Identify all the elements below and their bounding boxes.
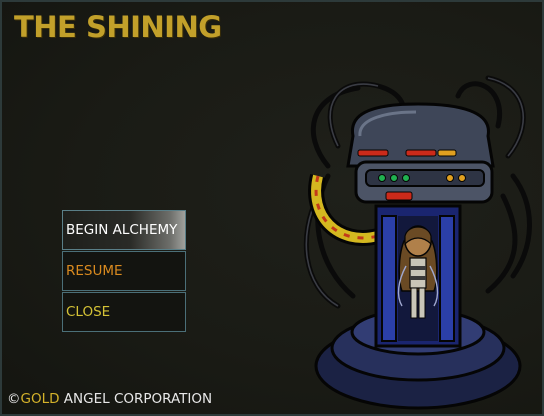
red-indicator [385,191,413,201]
game-title: THE SHINING [14,10,222,44]
begin-alchemy-button[interactable]: BEGIN ALCHEMY [62,210,186,250]
copyright-symbol: © [7,391,21,407]
resume-button[interactable]: RESUME [62,251,186,291]
copyright-gold: GOLD [20,391,60,407]
green-light [378,174,386,182]
alchemy-machine-artwork [303,75,532,410]
copyright-notice: ©GOLD ANGEL CORPORATION [7,391,212,407]
amber-light [446,174,454,182]
copyright-company: ANGEL CORPORATION [59,391,213,407]
machine-dome [346,102,495,168]
game-window: THE SHINING BEGIN ALCHEMY RESUME CLOSE ©… [0,0,544,416]
close-button[interactable]: CLOSE [62,292,186,332]
main-menu: BEGIN ALCHEMY RESUME CLOSE [62,210,186,333]
